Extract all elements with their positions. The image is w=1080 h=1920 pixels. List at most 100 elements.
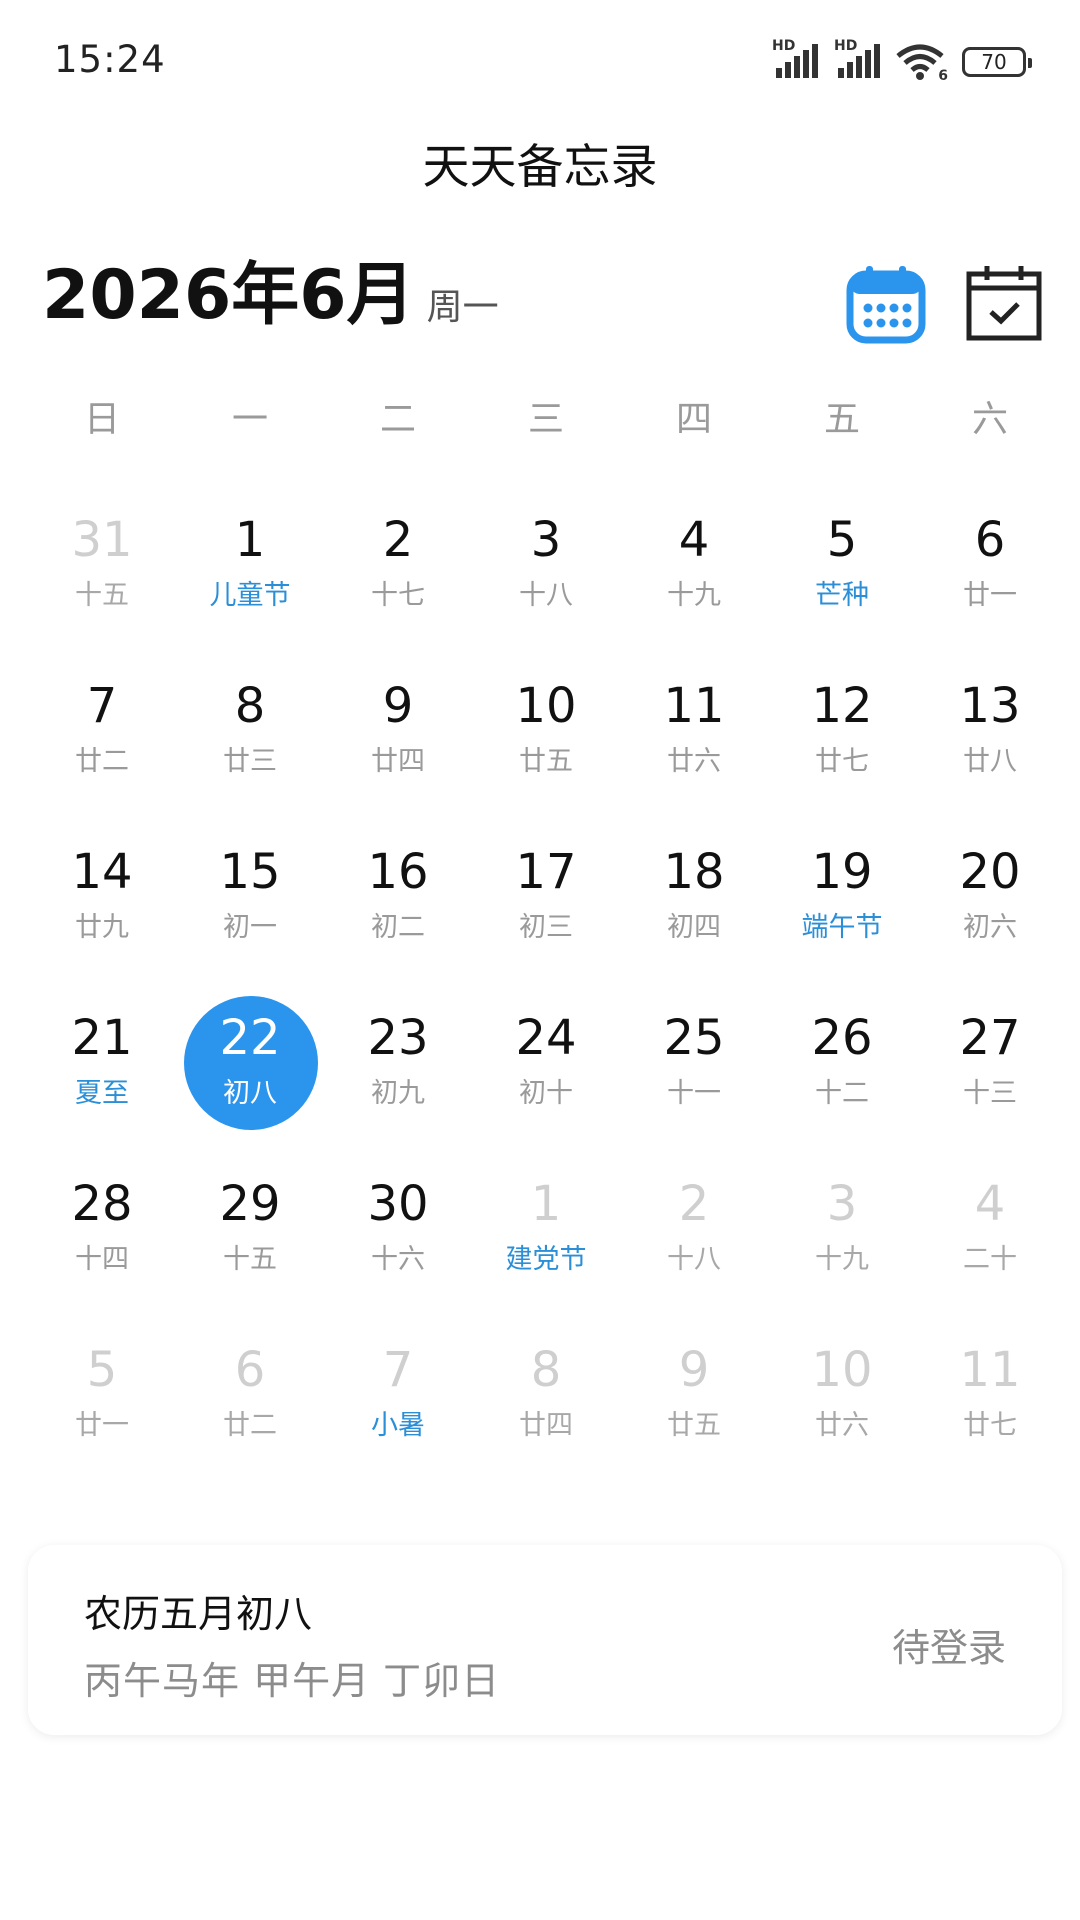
battery-level: 70: [981, 50, 1007, 74]
day-lunar-label: 十二: [815, 1078, 869, 1110]
lunar-info-card[interactable]: 农历五月初八 丙午马年 甲午月 丁卯日 待登录: [28, 1545, 1062, 1735]
day-cell[interactable]: 3 十九: [768, 1169, 916, 1335]
day-cell[interactable]: 9 廿五: [620, 1335, 768, 1501]
day-cell[interactable]: 19 端午节: [768, 837, 916, 1003]
day-cell[interactable]: 25 十一: [620, 1003, 768, 1169]
day-cell[interactable]: 8 廿四: [472, 1335, 620, 1501]
day-cell[interactable]: 31 十五: [28, 505, 176, 671]
day-cell[interactable]: 26 十二: [768, 1003, 916, 1169]
day-lunar-label: 初三: [519, 912, 573, 944]
day-cell[interactable]: 13 廿八: [916, 671, 1064, 837]
day-lunar-label: 廿三: [223, 746, 277, 778]
day-cell[interactable]: 7 小暑: [324, 1335, 472, 1501]
day-cell[interactable]: 2 十八: [620, 1169, 768, 1335]
day-lunar-label: 初二: [371, 912, 425, 944]
day-cell[interactable]: 6 廿一: [916, 505, 1064, 671]
day-cell[interactable]: 6 廿二: [176, 1335, 324, 1501]
lunar-date: 农历五月初八: [84, 1592, 313, 1636]
day-number: 13: [959, 678, 1021, 734]
wifi-sub-label: 6: [938, 68, 948, 84]
day-cell[interactable]: 3 十八: [472, 505, 620, 671]
signal-label-1: HD: [772, 38, 796, 54]
status-time: 15:24: [54, 38, 166, 81]
status-bar: 15:24 HD HD 6 70: [0, 0, 1080, 120]
login-status-button[interactable]: 待登录: [892, 1617, 1006, 1672]
day-number: 24: [515, 1010, 577, 1066]
today-button[interactable]: [962, 262, 1046, 346]
signal-icon-2: HD: [834, 38, 882, 80]
day-lunar-label: 廿六: [815, 1410, 869, 1442]
day-cell[interactable]: 29 十五: [176, 1169, 324, 1335]
day-lunar-label: 初十: [519, 1078, 573, 1110]
day-lunar-label: 廿四: [519, 1410, 573, 1442]
day-cell[interactable]: 9 廿四: [324, 671, 472, 837]
day-lunar-label: 初六: [963, 912, 1017, 944]
day-lunar-label: 廿一: [75, 1410, 129, 1442]
day-cell[interactable]: 4 十九: [620, 505, 768, 671]
calendar-grid: 31 十五 1 儿童节 2 十七 3 十八 4 十九 5 芒种 6 廿一 7 廿二 8 廿三 9 廿四 10 廿五 11 廿六…: [28, 505, 1064, 1501]
day-number: 9: [678, 1342, 710, 1398]
day-number: 16: [367, 844, 429, 900]
day-lunar-label: 十六: [371, 1244, 425, 1276]
day-cell[interactable]: 8 廿三: [176, 671, 324, 837]
day-number: 25: [663, 1010, 725, 1066]
day-cell[interactable]: 10 廿五: [472, 671, 620, 837]
day-cell[interactable]: 27 十三: [916, 1003, 1064, 1169]
day-cell[interactable]: 1 建党节: [472, 1169, 620, 1335]
day-number: 4: [974, 1176, 1006, 1232]
current-weekday: 周一: [426, 287, 499, 328]
day-cell[interactable]: 18 初四: [620, 837, 768, 1003]
day-cell[interactable]: 14 廿九: [28, 837, 176, 1003]
day-cell[interactable]: 10 廿六: [768, 1335, 916, 1501]
day-cell[interactable]: 20 初六: [916, 837, 1064, 1003]
weekday-label: 二: [379, 399, 416, 440]
day-festival-label: 端午节: [801, 912, 883, 944]
day-cell[interactable]: 30 十六: [324, 1169, 472, 1335]
day-cell[interactable]: 4 二十: [916, 1169, 1064, 1335]
day-number: 21: [71, 1010, 133, 1066]
day-cell[interactable]: 2 十七: [324, 505, 472, 671]
weekday-row: 日一二三四五六: [28, 390, 1064, 442]
day-number: 17: [515, 844, 577, 900]
weekday-label: 五: [823, 399, 860, 440]
day-cell[interactable]: 15 初一: [176, 837, 324, 1003]
day-cell[interactable]: 24 初十: [472, 1003, 620, 1169]
app-title: 天天备忘录: [422, 140, 658, 195]
day-lunar-label: 十八: [519, 580, 573, 612]
day-festival-label: 芒种: [815, 580, 869, 612]
day-cell[interactable]: 11 廿七: [916, 1335, 1064, 1501]
day-number: 10: [811, 1342, 873, 1398]
day-lunar-label: 廿一: [963, 580, 1017, 612]
day-cell[interactable]: 12 廿七: [768, 671, 916, 837]
day-cell[interactable]: 16 初二: [324, 837, 472, 1003]
day-number: 10: [515, 678, 577, 734]
day-cell[interactable]: 23 初九: [324, 1003, 472, 1169]
day-number: 5: [826, 512, 858, 568]
day-cell[interactable]: 21 夏至: [28, 1003, 176, 1169]
day-cell[interactable]: 28 十四: [28, 1169, 176, 1335]
day-cell[interactable]: 5 廿一: [28, 1335, 176, 1501]
weekday-label: 六: [971, 399, 1008, 440]
status-icons: HD HD 6 70: [772, 38, 1032, 84]
wifi-icon: 6: [896, 44, 948, 84]
day-number: 20: [959, 844, 1021, 900]
day-cell-selected[interactable]: 22 初八: [176, 996, 324, 1169]
day-cell[interactable]: 1 儿童节: [176, 505, 324, 671]
day-number: 15: [219, 844, 281, 900]
day-lunar-label: 廿七: [963, 1410, 1017, 1442]
day-cell[interactable]: 7 廿二: [28, 671, 176, 837]
day-cell[interactable]: 11 廿六: [620, 671, 768, 837]
month-title[interactable]: 2026年6月: [42, 262, 415, 330]
day-lunar-label: 初四: [667, 912, 721, 944]
day-festival-label: 儿童节: [209, 580, 291, 612]
day-number: 6: [234, 1342, 266, 1398]
day-cell[interactable]: 5 芒种: [768, 505, 916, 671]
day-number: 2: [382, 512, 414, 568]
weekday-label: 日: [83, 399, 120, 440]
day-cell[interactable]: 17 初三: [472, 837, 620, 1003]
day-lunar-label: 二十: [963, 1244, 1017, 1276]
calendar-check-icon: [966, 266, 1042, 341]
calendar-view-button[interactable]: [844, 262, 928, 346]
day-lunar-label: 廿六: [667, 746, 721, 778]
month-header: 2026年6月 周一: [42, 262, 499, 330]
